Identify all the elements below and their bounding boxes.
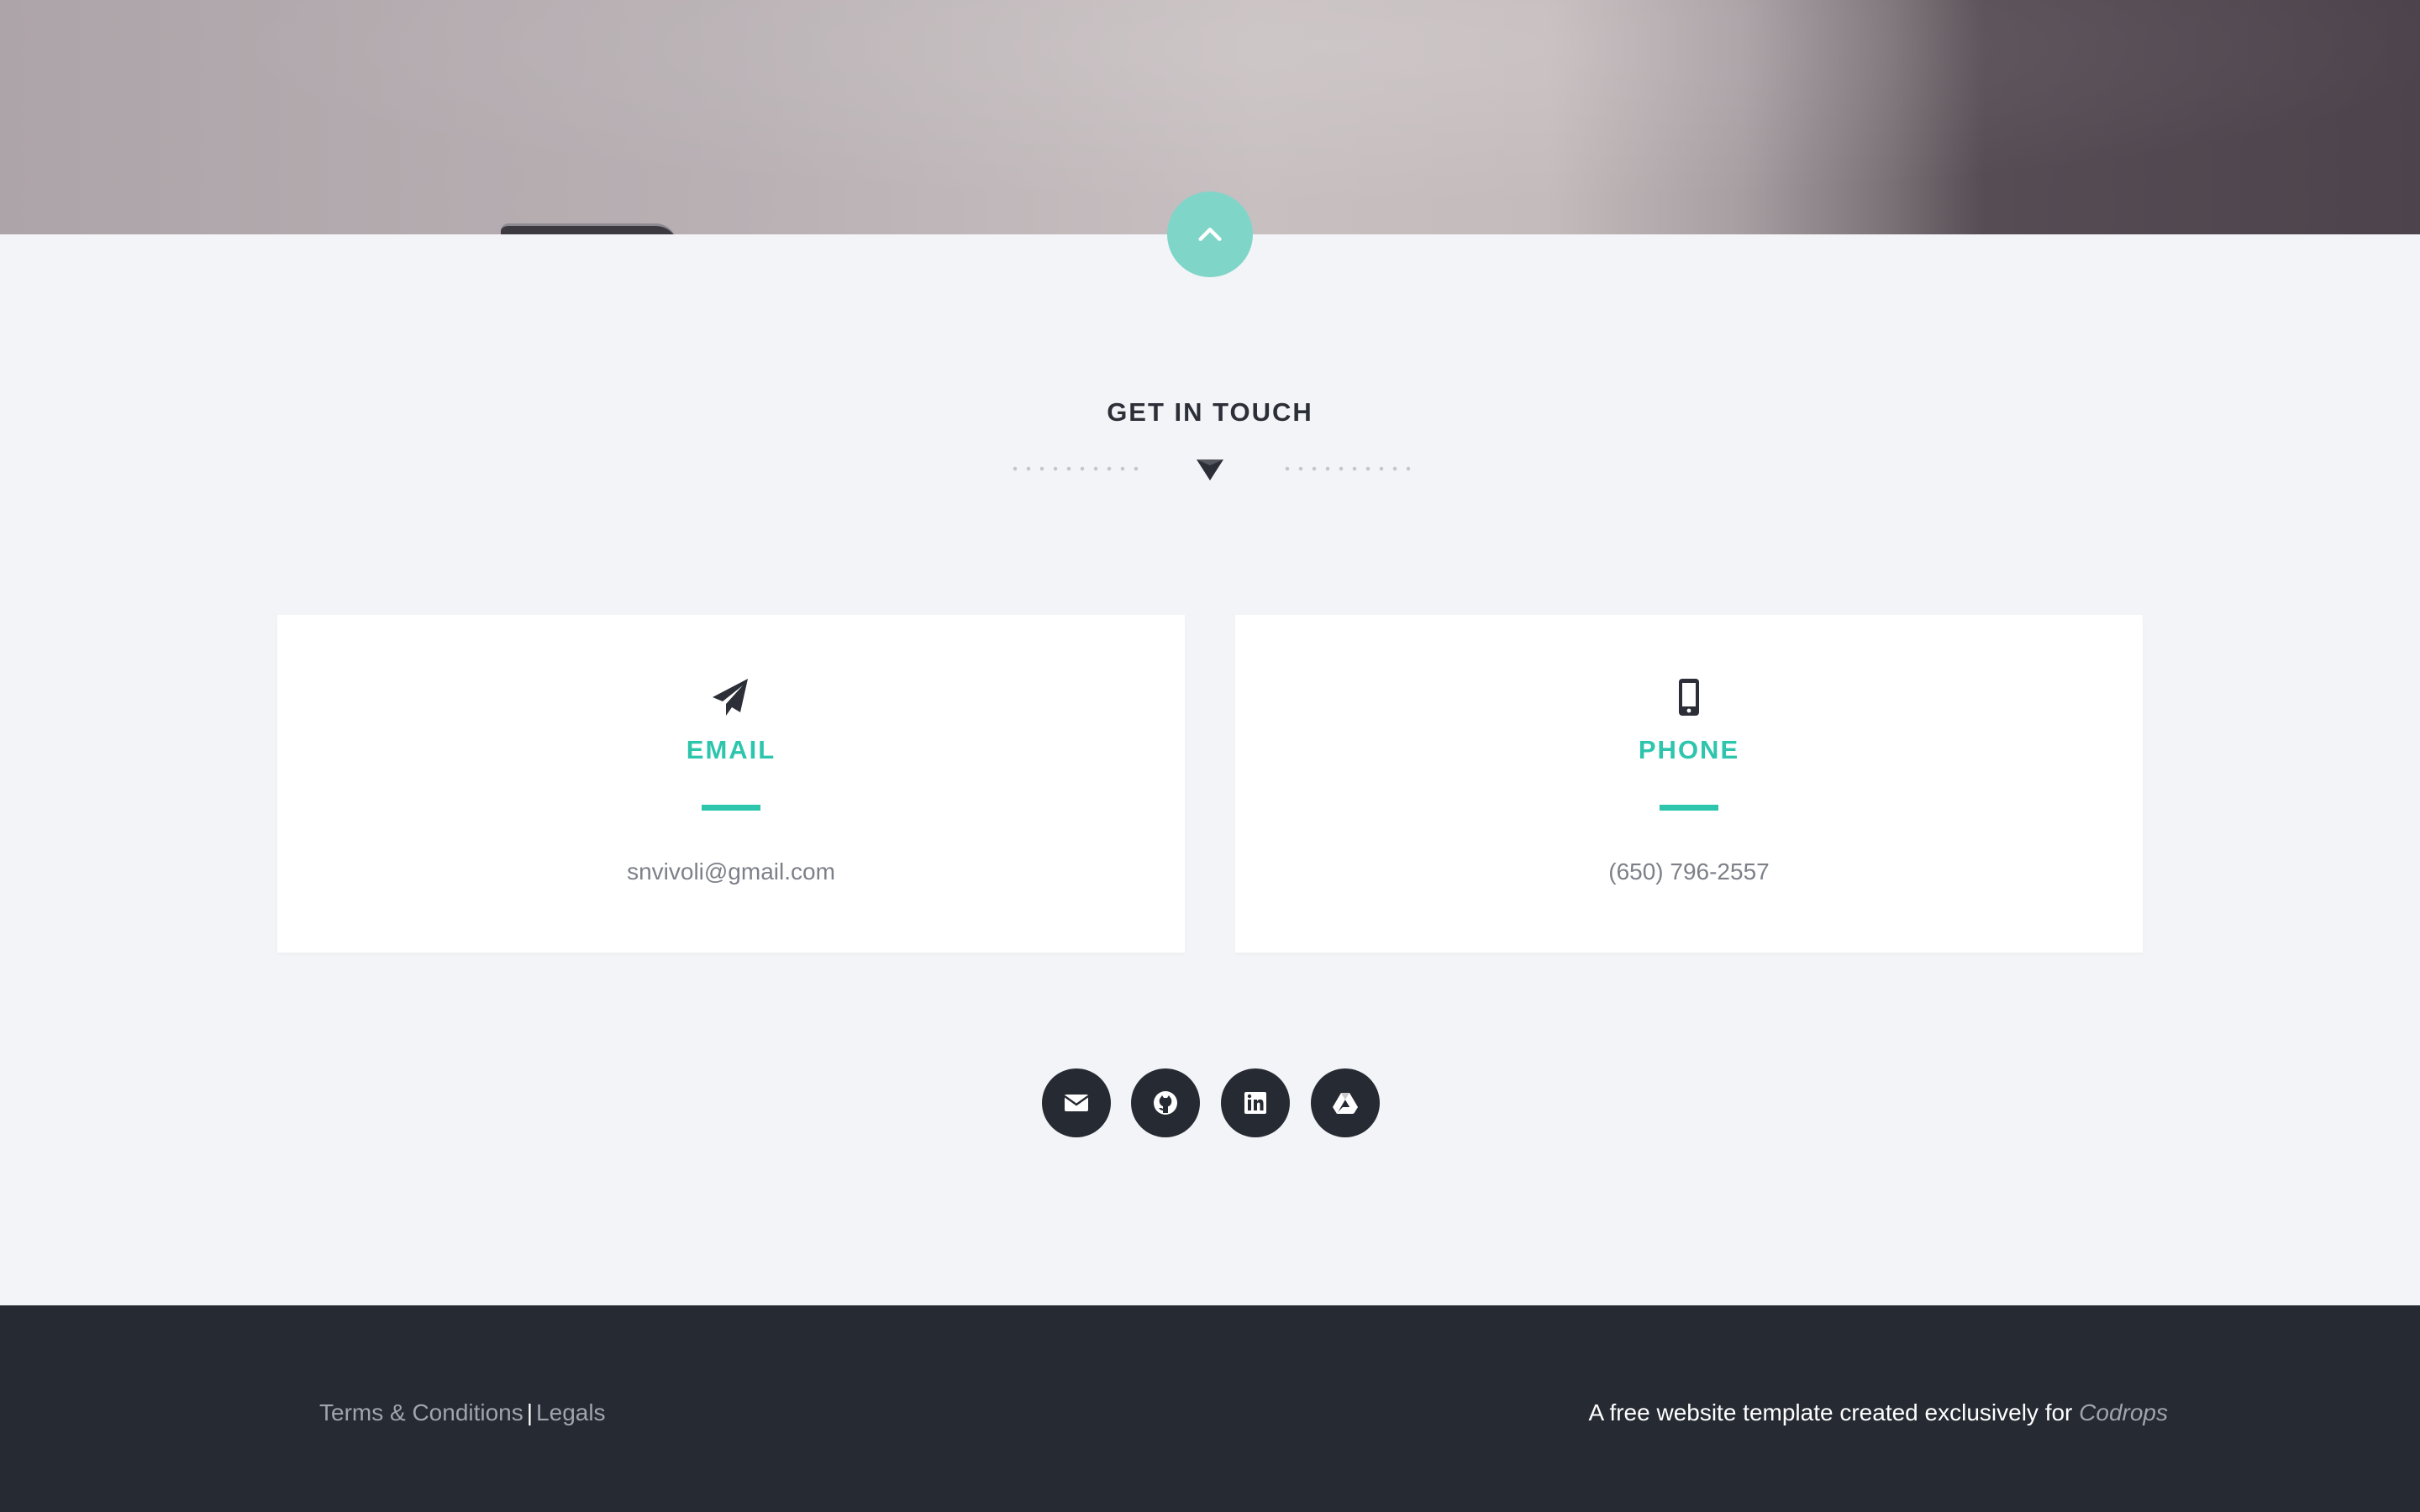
social-links <box>1042 1068 1380 1137</box>
footer-credit: A free website template created exclusiv… <box>1589 1399 2168 1426</box>
github-icon <box>1154 1091 1177 1115</box>
phone-number[interactable]: (650) 796-2557 <box>1235 858 2143 885</box>
codrops-link[interactable]: Codrops <box>2079 1399 2168 1425</box>
footer-separator: | <box>526 1399 534 1425</box>
hero-photo-object <box>501 223 677 234</box>
divider-dots-right <box>1281 466 1412 471</box>
google-drive-icon <box>1333 1093 1358 1114</box>
email-title: EMAIL <box>686 735 776 764</box>
email-address[interactable]: snvivoli@gmail.com <box>277 858 1185 885</box>
email-card: EMAIL snvivoli@gmail.com <box>277 615 1185 953</box>
back-to-top-button[interactable] <box>1167 192 1253 277</box>
legals-link[interactable]: Legals <box>536 1399 606 1425</box>
google-drive-social-button[interactable] <box>1311 1068 1380 1137</box>
chevron-up-icon <box>1198 228 1222 241</box>
terms-link[interactable]: Terms & Conditions <box>319 1399 523 1425</box>
linkedin-social-button[interactable] <box>1221 1068 1290 1137</box>
paper-plane-icon <box>713 679 748 716</box>
phone-title: PHONE <box>1638 735 1740 764</box>
section-title: GET IN TOUCH <box>1107 397 1313 427</box>
footer-legal-links: Terms & Conditions | Legals <box>319 1399 606 1426</box>
linkedin-icon <box>1244 1092 1266 1114</box>
email-social-button[interactable] <box>1042 1068 1111 1137</box>
footer: Terms & Conditions | Legals A free website… <box>0 1305 2420 1512</box>
section-divider <box>1008 454 1412 484</box>
footer-credit-text: A free website template created exclusiv… <box>1588 1399 2073 1425</box>
github-social-button[interactable] <box>1131 1068 1200 1137</box>
divider-dots-left <box>1008 466 1139 471</box>
mobile-phone-icon <box>1679 679 1699 716</box>
phone-card: PHONE (650) 796-2557 <box>1235 615 2143 953</box>
triangle-down-icon <box>1197 459 1223 480</box>
email-rule <box>702 805 760 811</box>
phone-rule <box>1660 805 1718 811</box>
envelope-icon <box>1064 1095 1089 1111</box>
